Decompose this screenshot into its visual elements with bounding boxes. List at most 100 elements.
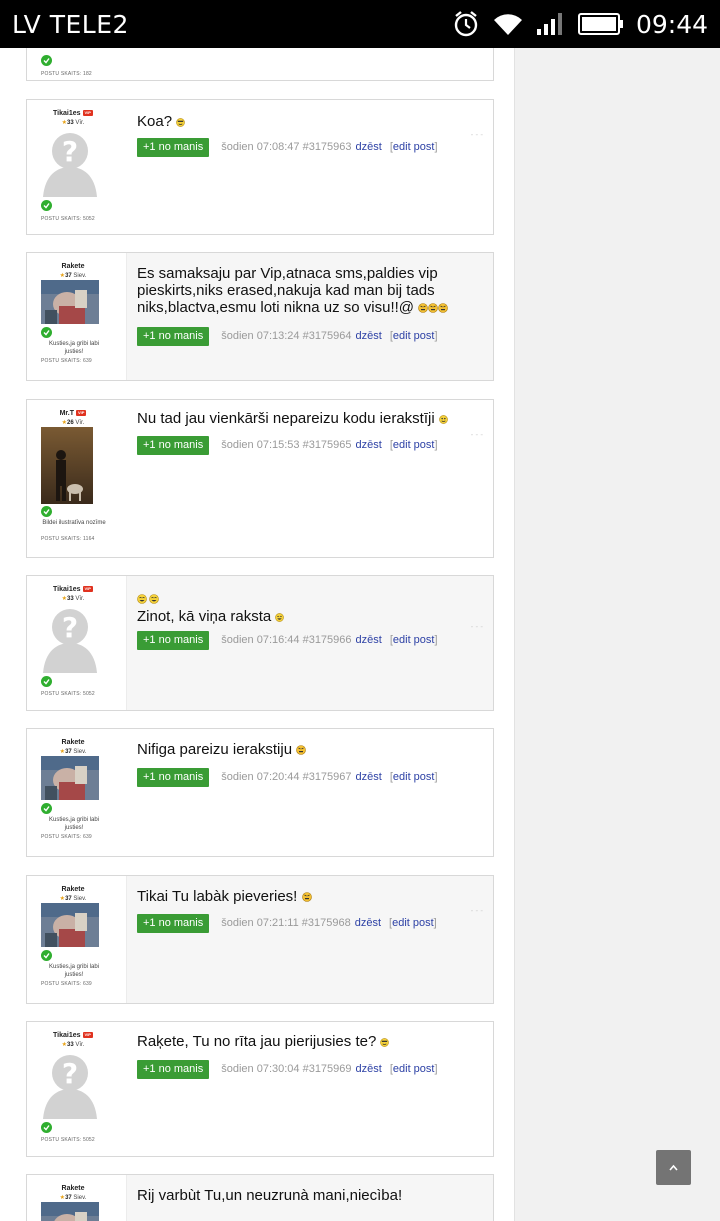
smiley-row — [137, 590, 477, 608]
online-status-icon — [41, 55, 52, 66]
post-text: Nifiga pareizu ierakstiju — [137, 741, 477, 759]
post-count: POSTU SKAITS: 639 — [41, 358, 92, 364]
user-column: Tikai1es VIP ★33 Vīr. ? POSTU SKAITS: 505… — [27, 100, 127, 234]
user-column: Rakete ★37 Siev. Kusties,ja gribi labi j… — [27, 876, 127, 1003]
user-age: ★26 Vīr. — [61, 420, 85, 426]
forum-post: Tikai1es VIP ★33 Vīr. ? POSTU SKAITS: 505… — [26, 1021, 494, 1157]
avatar[interactable] — [41, 756, 99, 805]
angry-smiley-icon — [418, 300, 448, 317]
plus-one-button[interactable]: +1 no manis — [137, 630, 210, 650]
username[interactable]: Tikai1es VIP — [27, 110, 119, 117]
smiley-icon — [380, 1034, 390, 1051]
vip-badge: VIP — [82, 586, 93, 592]
forum-post: Tikai1es VIP ★33 Vīr. ? POSTU SKAITS: 505… — [26, 99, 494, 235]
svg-text:?: ? — [62, 611, 78, 644]
page-content: POSTU SKAITS: 182 Tikai1es VIP ★33 Vīr. ?… — [0, 48, 720, 1221]
chevron-up-icon — [669, 1164, 678, 1171]
post-meta: +1 no manis šodien 07:30:04 #3175969 dzē… — [137, 1059, 438, 1079]
avatar[interactable] — [41, 280, 99, 329]
delete-link[interactable]: dzēst — [356, 141, 382, 153]
post-text: Tikai Tu labàk pieveries! — [137, 888, 477, 906]
username[interactable]: Rakete — [27, 886, 119, 893]
delete-link[interactable]: dzēst — [355, 917, 381, 929]
user-column: Rakete ★37 Siev. — [27, 1175, 127, 1221]
online-status-icon — [41, 200, 52, 211]
username[interactable]: Tikai1es VIP — [27, 1032, 119, 1039]
user-age: ★37 Siev. — [59, 273, 87, 279]
plus-one-button[interactable]: +1 no manis — [137, 767, 210, 787]
avatar[interactable] — [41, 427, 93, 509]
edit-post-link[interactable]: edit post — [393, 1063, 435, 1075]
post-count: POSTU SKAITS: 5052 — [41, 216, 95, 222]
forum-post: Rakete ★37 Siev. Kusties,ja gribi labi j… — [26, 252, 494, 381]
avatar[interactable]: ? — [41, 1049, 99, 1124]
username[interactable]: Rakete — [27, 263, 119, 270]
user-age: ★37 Siev. — [59, 896, 87, 902]
user-signature: Kusties,ja gribi labi justies! — [48, 341, 100, 355]
delete-link[interactable]: dzēst — [356, 634, 382, 646]
online-status-icon — [41, 803, 52, 814]
divider-dots: - - - — [470, 430, 483, 439]
edit-link-wrapper: [edit post] — [389, 439, 438, 451]
plus-one-button[interactable]: +1 no manis — [137, 435, 210, 455]
post-date: šodien 07:08:47 #3175963 — [221, 141, 352, 153]
user-signature: Kusties,ja gribi labi justies! — [48, 964, 100, 978]
delete-link[interactable]: dzēst — [356, 439, 382, 451]
plus-one-button[interactable]: +1 no manis — [137, 137, 210, 157]
avatar[interactable] — [41, 903, 99, 952]
delete-link[interactable]: dzēst — [356, 1063, 382, 1075]
vip-badge: VIP — [82, 110, 93, 116]
edit-post-link[interactable]: edit post — [393, 330, 435, 342]
edit-post-link[interactable]: edit post — [392, 917, 434, 929]
delete-link[interactable]: dzēst — [356, 771, 382, 783]
divider-dots: - - - — [470, 130, 483, 139]
edit-post-link[interactable]: edit post — [393, 439, 435, 451]
post-text: Koa? — [137, 113, 477, 131]
post-count: POSTU SKAITS: 5052 — [41, 691, 95, 697]
delete-link[interactable]: dzēst — [356, 330, 382, 342]
post-meta: +1 no manis šodien 07:20:44 #3175967 dzē… — [137, 767, 438, 787]
forum-thread: POSTU SKAITS: 182 Tikai1es VIP ★33 Vīr. ?… — [0, 48, 514, 1221]
post-meta: +1 no manis šodien 07:16:44 #3175966 dzē… — [137, 630, 438, 650]
username[interactable]: Rakete — [27, 1185, 119, 1192]
divider-dots: - - - — [470, 622, 483, 631]
plus-one-button[interactable]: +1 no manis — [137, 1059, 210, 1079]
post-text: Nu tad jau vienkārši nepareizu kodu iera… — [137, 410, 477, 428]
edit-post-link[interactable]: edit post — [393, 141, 435, 153]
post-count: POSTU SKAITS: 639 — [41, 834, 92, 840]
post-meta: +1 no manis šodien 07:13:24 #3175964 dzē… — [137, 326, 438, 346]
online-status-icon — [41, 950, 52, 961]
username[interactable]: Tikai1es VIP — [27, 586, 119, 593]
post-text: Rij varbùt Tu,un neuzrunà mani,niecìba! — [137, 1187, 403, 1204]
user-signature: Kusties,ja gribi labi justies! — [48, 817, 100, 831]
svg-text:?: ? — [62, 135, 78, 168]
edit-link-wrapper: [edit post] — [389, 1063, 438, 1075]
user-age: ★33 Vīr. — [61, 120, 85, 126]
angry-smiley-icon — [301, 889, 312, 906]
forum-post: Rakete ★37 Siev. Kusties,ja gribi labi j… — [26, 728, 494, 857]
user-column: Rakete ★37 Siev. Kusties,ja gribi labi j… — [27, 729, 127, 856]
username[interactable]: Rakete — [27, 739, 119, 746]
edit-post-link[interactable]: edit post — [393, 771, 435, 783]
angry-smiley-icon — [296, 742, 307, 759]
forum-post: Rakete ★37 Siev. Rij varbùt Tu,un neuzru… — [26, 1174, 494, 1221]
username[interactable]: Mr.T VIP — [27, 410, 119, 417]
post-date: šodien 07:15:53 #3175965 — [221, 439, 352, 451]
avatar[interactable] — [41, 1202, 99, 1221]
post-text: Raķete, Tu no rīta jau pierijusies te? — [137, 1033, 477, 1051]
status-bar: LV TELE2 09:44 — [0, 0, 720, 48]
user-signature: Bildei ilustratīva nozīme — [42, 520, 106, 526]
avatar[interactable]: ? — [41, 603, 99, 678]
smiley-icon — [275, 609, 285, 626]
user-age: ★33 Vīr. — [61, 1042, 85, 1048]
post-date: šodien 07:30:04 #3175969 — [221, 1063, 352, 1075]
scroll-to-top-button[interactable] — [656, 1150, 691, 1185]
user-column: Tikai1es VIP ★33 Vīr. ? POSTU SKAITS: 505… — [27, 576, 127, 710]
plus-one-button[interactable]: +1 no manis — [137, 913, 210, 933]
online-status-icon — [41, 1122, 52, 1133]
signal-icon — [536, 11, 566, 37]
edit-link-wrapper: [edit post] — [389, 917, 437, 929]
edit-post-link[interactable]: edit post — [393, 634, 435, 646]
avatar[interactable]: ? — [41, 127, 99, 202]
plus-one-button[interactable]: +1 no manis — [137, 326, 210, 346]
